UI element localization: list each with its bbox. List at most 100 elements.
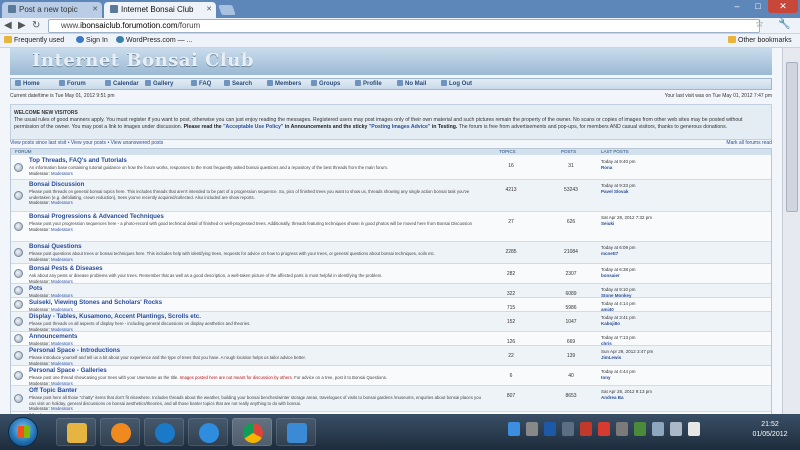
tab-post-new-topic[interactable]: Post a new topic ✕ xyxy=(2,2,102,18)
forum-title-link[interactable]: Top Threads, FAQ's and Tutorials xyxy=(29,157,127,164)
header-topics: TOPICS xyxy=(499,149,516,154)
other-bookmarks[interactable]: Other bookmarks xyxy=(728,34,792,47)
forum-title-link[interactable]: Announcements xyxy=(29,333,77,340)
moderator-link[interactable]: Moderators xyxy=(51,361,73,366)
taskbar-psp[interactable] xyxy=(276,418,316,446)
taskbar-hp[interactable] xyxy=(144,418,184,446)
forum-title-link[interactable]: Bonsai Pests & Diseases xyxy=(29,265,103,272)
wrench-menu-icon[interactable]: 🔧 xyxy=(778,19,790,30)
posting-images-link[interactable]: "Posting Images Advice" xyxy=(369,124,431,130)
tray-icon[interactable] xyxy=(580,422,592,436)
battery-icon[interactable] xyxy=(688,422,700,436)
forum-title-link[interactable]: Display - Tables, Kusamono, Accent Plant… xyxy=(29,313,201,320)
network-icon[interactable] xyxy=(652,422,664,436)
acceptable-use-link[interactable]: "Acceptable Use Policy" xyxy=(223,124,283,130)
moderator-link[interactable]: Moderators xyxy=(51,200,73,205)
moderator-link[interactable]: Moderators xyxy=(51,381,73,386)
moderator-link[interactable]: Moderators xyxy=(51,327,73,332)
minimize-button[interactable]: – xyxy=(726,0,748,13)
close-window-button[interactable]: ✕ xyxy=(768,0,798,13)
reload-icon[interactable]: ↻ xyxy=(32,20,40,32)
forum-status-icon xyxy=(14,191,23,200)
tray-icon[interactable] xyxy=(616,422,628,436)
last-post-user-link[interactable]: Andrea Ba xyxy=(601,395,652,401)
bookmark-sign-in[interactable]: Sign In xyxy=(76,34,108,47)
forum-title-link[interactable]: Pots xyxy=(29,285,42,292)
moderator-link[interactable]: Moderators xyxy=(51,406,73,411)
menu-forum[interactable]: Forum xyxy=(59,80,86,89)
site-logo[interactable]: Internet Bonsai Club xyxy=(32,50,254,71)
forum-title-link[interactable]: Personal Space - Introductions xyxy=(29,347,120,354)
menu-gallery[interactable]: Gallery xyxy=(145,80,173,89)
menu-home[interactable]: Home xyxy=(15,80,40,89)
menu-members[interactable]: Members xyxy=(267,80,301,89)
taskbar-explorer[interactable] xyxy=(56,418,96,446)
volume-icon[interactable] xyxy=(670,422,682,436)
tray-icon[interactable] xyxy=(526,422,538,436)
current-time: Current date/time is Tue May 01, 2012 9:… xyxy=(10,93,115,99)
header-forum: FORUM xyxy=(15,149,32,154)
back-icon[interactable]: ◀ xyxy=(4,20,12,32)
menu-no-mail[interactable]: No Mail xyxy=(397,80,426,89)
tray-icon[interactable] xyxy=(508,422,520,436)
forum-title-link[interactable]: Personal Space - Galleries xyxy=(29,367,107,374)
last-post: Sun Apr 29, 2012 3:47 pm JimLewis xyxy=(601,349,653,360)
moderator-link[interactable]: Moderators xyxy=(51,257,73,262)
last-post-user-link[interactable]: Rona xyxy=(601,165,636,171)
last-post-date: Today at 9:40 pm xyxy=(601,159,636,164)
forum-title-link[interactable]: Bonsai Questions xyxy=(29,243,82,250)
forward-icon[interactable]: ▶ xyxy=(18,20,26,32)
bookmark-wordpress[interactable]: WordPress.com — ... xyxy=(116,34,192,47)
last-post-user-link[interactable]: mcnett7 xyxy=(601,251,636,257)
close-tab-icon[interactable]: ✕ xyxy=(92,2,98,17)
profile-icon xyxy=(355,80,361,86)
last-post-user-link[interactable]: Pavel Slovak xyxy=(601,189,636,195)
forum-title-link[interactable]: Off Topic Banter xyxy=(29,387,77,394)
tray-icon[interactable] xyxy=(598,422,610,436)
view-posts-links[interactable]: View posts since last visit • View your … xyxy=(10,140,163,146)
last-post-user-link[interactable]: bonsaier xyxy=(601,273,636,279)
tray-icon[interactable] xyxy=(562,422,574,436)
start-button[interactable] xyxy=(8,417,38,447)
menu-calendar[interactable]: Calendar xyxy=(105,80,139,89)
forum-status-icon xyxy=(14,163,23,172)
welcome-box: WELCOME NEW VISITORS The usual rules of … xyxy=(10,104,772,140)
forum-status-icon xyxy=(14,222,23,231)
table-row: Bonsai Progressions & Advanced Technique… xyxy=(11,212,771,242)
maximize-button[interactable]: □ xyxy=(748,0,768,13)
clock[interactable]: 21:52 01/05/2012 xyxy=(750,420,790,440)
address-bar[interactable]: www.ibonsaiclub.forumotion.com/forum xyxy=(48,19,760,33)
menu-log-out[interactable]: Log Out xyxy=(441,80,472,89)
menu-groups[interactable]: Groups xyxy=(311,80,340,89)
menu-faq[interactable]: FAQ xyxy=(191,80,211,89)
scrollbar-thumb[interactable] xyxy=(786,62,798,212)
tray-icon[interactable] xyxy=(634,422,646,436)
forum-title-link[interactable]: Suiseki, Viewing Stones and Scholars' Ro… xyxy=(29,299,162,306)
menu-profile[interactable]: Profile xyxy=(355,80,382,89)
moderator-link[interactable]: Moderators xyxy=(51,227,73,232)
last-post-user-link[interactable]: JimLewis xyxy=(601,355,653,361)
moderator-link[interactable]: Moderators xyxy=(51,279,73,284)
new-tab-button[interactable] xyxy=(218,5,236,15)
last-post-user-link[interactable]: Seiuki xyxy=(601,221,652,227)
forum-title-link[interactable]: Bonsai Progressions & Advanced Technique… xyxy=(29,213,164,220)
vertical-scrollbar[interactable] xyxy=(782,48,800,414)
topics-count: 715 xyxy=(506,305,516,311)
forum-description: An information base containing tutorial … xyxy=(29,165,388,176)
taskbar-chrome[interactable] xyxy=(232,418,272,446)
forum-title-link[interactable]: Bonsai Discussion xyxy=(29,181,84,188)
last-post-user-link[interactable]: Kaboji8o xyxy=(601,321,636,327)
taskbar-internet-explorer[interactable] xyxy=(188,418,228,446)
last-post: Today at 9:10 pm Stone Monkey xyxy=(601,287,636,298)
bookmark-frequently-used[interactable]: Frequently used xyxy=(4,34,64,47)
taskbar-media-player[interactable] xyxy=(100,418,140,446)
menu-search[interactable]: Search xyxy=(224,80,252,89)
time-bar: Current date/time is Tue May 01, 2012 9:… xyxy=(10,93,772,99)
bookmark-star-icon[interactable]: ☆ xyxy=(755,19,764,30)
moderator-link[interactable]: Moderators xyxy=(51,171,73,176)
close-tab-icon[interactable]: ✕ xyxy=(206,2,212,17)
last-post-user-link[interactable]: tony xyxy=(601,375,636,381)
tray-icon[interactable] xyxy=(544,422,556,436)
tab-internet-bonsai-club[interactable]: Internet Bonsai Club ✕ xyxy=(104,2,216,18)
mark-all-read-link[interactable]: Mark all forums read xyxy=(726,140,772,146)
